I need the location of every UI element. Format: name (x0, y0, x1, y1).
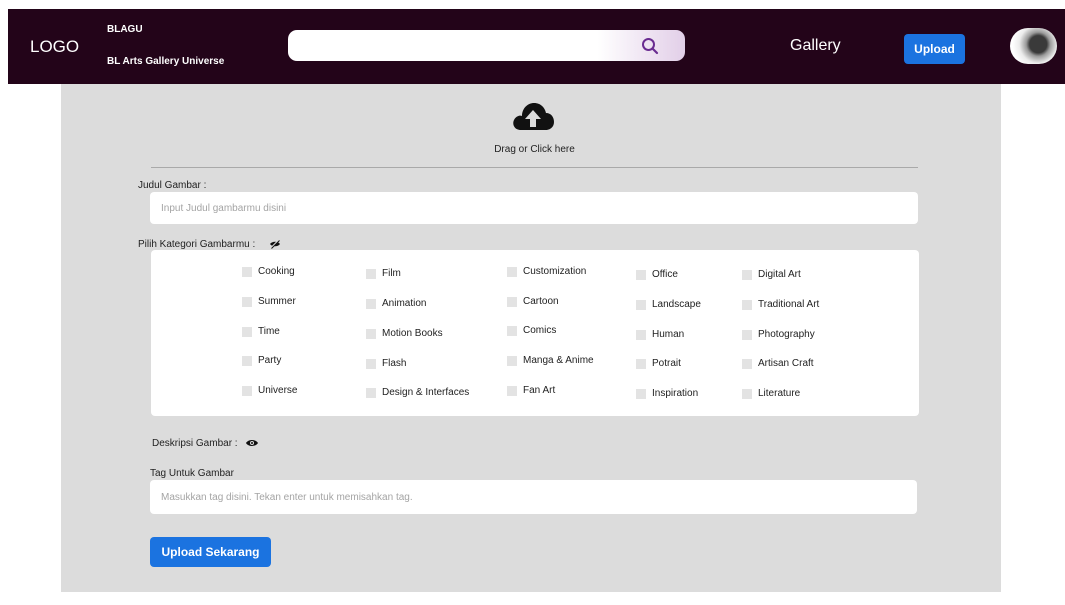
checkbox-square[interactable] (742, 358, 752, 369)
category-checkbox[interactable]: Flash (366, 358, 406, 369)
category-label-text: Animation (382, 298, 427, 309)
category-checkbox[interactable]: Inspiration (636, 388, 698, 399)
category-checkbox[interactable]: Design & Interfaces (366, 387, 469, 398)
checkbox-square[interactable] (636, 269, 646, 280)
checkbox-square[interactable] (742, 269, 752, 280)
title-label: Judul Gambar : (138, 180, 207, 191)
category-checkbox[interactable]: Universe (242, 385, 297, 396)
tag-input[interactable] (150, 480, 917, 514)
category-checkbox[interactable]: Human (636, 329, 684, 340)
category-checkbox[interactable]: Comics (507, 325, 556, 336)
checkbox-square[interactable] (242, 385, 252, 396)
cloud-upload-icon (513, 103, 554, 130)
category-label-text: Landscape (652, 299, 701, 310)
upload-form-panel: Drag or Click here Judul Gambar : Pilih … (61, 84, 1001, 592)
category-checkbox[interactable]: Office (636, 269, 678, 280)
category-checkbox[interactable]: Cooking (242, 266, 295, 277)
checkbox-square[interactable] (742, 299, 752, 310)
file-drop-zone[interactable]: Drag or Click here (151, 92, 918, 168)
checkbox-square[interactable] (242, 266, 252, 277)
category-label-text: Artisan Craft (758, 358, 814, 369)
search-input[interactable] (298, 36, 598, 55)
category-label-text: Manga & Anime (523, 355, 594, 366)
description-label: Deskripsi Gambar : (152, 438, 238, 449)
checkbox-square[interactable] (636, 299, 646, 310)
checkbox-square[interactable] (366, 298, 376, 309)
checkbox-square[interactable] (742, 388, 752, 399)
eye-icon[interactable] (245, 438, 259, 448)
category-checkbox[interactable]: Literature (742, 388, 800, 399)
checkbox-square[interactable] (507, 266, 517, 277)
nav-gallery-link[interactable]: Gallery (790, 37, 841, 55)
category-checkbox[interactable]: Film (366, 268, 401, 279)
category-label-text: Comics (523, 325, 557, 336)
category-label-text: Traditional Art (758, 299, 820, 310)
checkbox-square[interactable] (636, 358, 646, 369)
category-checkbox-group: Cooking Summer Time Party Universe Film … (151, 250, 919, 416)
category-checkbox[interactable]: Cartoon (507, 296, 559, 307)
title-input[interactable] (150, 192, 918, 224)
checkbox-square[interactable] (742, 329, 752, 340)
category-label-text: Party (258, 355, 282, 366)
category-checkbox[interactable]: Customization (507, 266, 586, 277)
category-label-text: Cartoon (523, 296, 559, 307)
category-label-text: Office (652, 269, 678, 280)
category-checkbox[interactable]: Animation (366, 298, 426, 309)
upload-button[interactable]: Upload (904, 34, 965, 64)
category-checkbox[interactable]: Party (242, 355, 281, 366)
category-label-text: Flash (382, 358, 407, 369)
category-label-text: Summer (258, 296, 296, 307)
category-label-text: Time (258, 326, 280, 337)
category-checkbox[interactable]: Artisan Craft (742, 358, 814, 369)
category-label-text: Digital Art (758, 269, 801, 280)
checkbox-square[interactable] (366, 328, 376, 339)
checkbox-square[interactable] (366, 268, 376, 279)
category-checkbox[interactable]: Time (242, 326, 280, 337)
category-label: Pilih Kategori Gambarmu : (138, 239, 256, 250)
category-checkbox[interactable]: Potrait (636, 358, 681, 369)
category-checkbox[interactable]: Summer (242, 296, 296, 307)
search-bar (288, 30, 685, 61)
category-checkbox[interactable]: Digital Art (742, 269, 801, 280)
top-navbar: LOGO BLAGU BL Arts Gallery Universe Gall… (8, 9, 1065, 84)
category-label-text: Potrait (652, 358, 681, 369)
checkbox-square[interactable] (366, 387, 376, 398)
category-label-text: Literature (758, 388, 801, 399)
category-checkbox[interactable]: Photography (742, 329, 815, 340)
category-label-text: Design & Interfaces (382, 387, 470, 398)
category-label-text: Customization (523, 266, 587, 277)
checkbox-square[interactable] (636, 388, 646, 399)
category-checkbox[interactable]: Fan Art (507, 385, 555, 396)
drop-zone-text: Drag or Click here (494, 144, 575, 155)
category-label-text: Fan Art (523, 385, 556, 396)
checkbox-square[interactable] (507, 296, 517, 307)
category-checkbox[interactable]: Landscape (636, 299, 701, 310)
checkbox-square[interactable] (507, 355, 517, 366)
brand-title: BLAGU (107, 24, 143, 35)
checkbox-square[interactable] (636, 329, 646, 340)
category-label-text: Inspiration (652, 388, 699, 399)
checkbox-square[interactable] (242, 326, 252, 337)
category-label-text: Photography (758, 329, 815, 340)
category-label-text: Human (652, 329, 685, 340)
checkbox-square[interactable] (507, 385, 517, 396)
category-label-text: Film (382, 268, 401, 279)
search-icon[interactable] (640, 36, 660, 56)
eye-slash-icon[interactable] (269, 239, 281, 249)
upload-now-button[interactable]: Upload Sekarang (150, 537, 271, 567)
checkbox-square[interactable] (242, 296, 252, 307)
category-checkbox[interactable]: Traditional Art (742, 299, 819, 310)
checkbox-square[interactable] (507, 325, 517, 336)
checkbox-square[interactable] (242, 355, 252, 366)
category-checkbox[interactable]: Motion Books (366, 328, 443, 339)
category-label-text: Universe (258, 385, 298, 396)
tag-label: Tag Untuk Gambar (150, 468, 234, 479)
checkbox-square[interactable] (366, 358, 376, 369)
brand-subtitle: BL Arts Gallery Universe (107, 56, 225, 67)
category-label-text: Cooking (258, 266, 295, 277)
logo[interactable]: LOGO (30, 37, 79, 57)
category-checkbox[interactable]: Manga & Anime (507, 355, 594, 366)
avatar[interactable] (1010, 28, 1057, 64)
category-label-text: Motion Books (382, 328, 443, 339)
